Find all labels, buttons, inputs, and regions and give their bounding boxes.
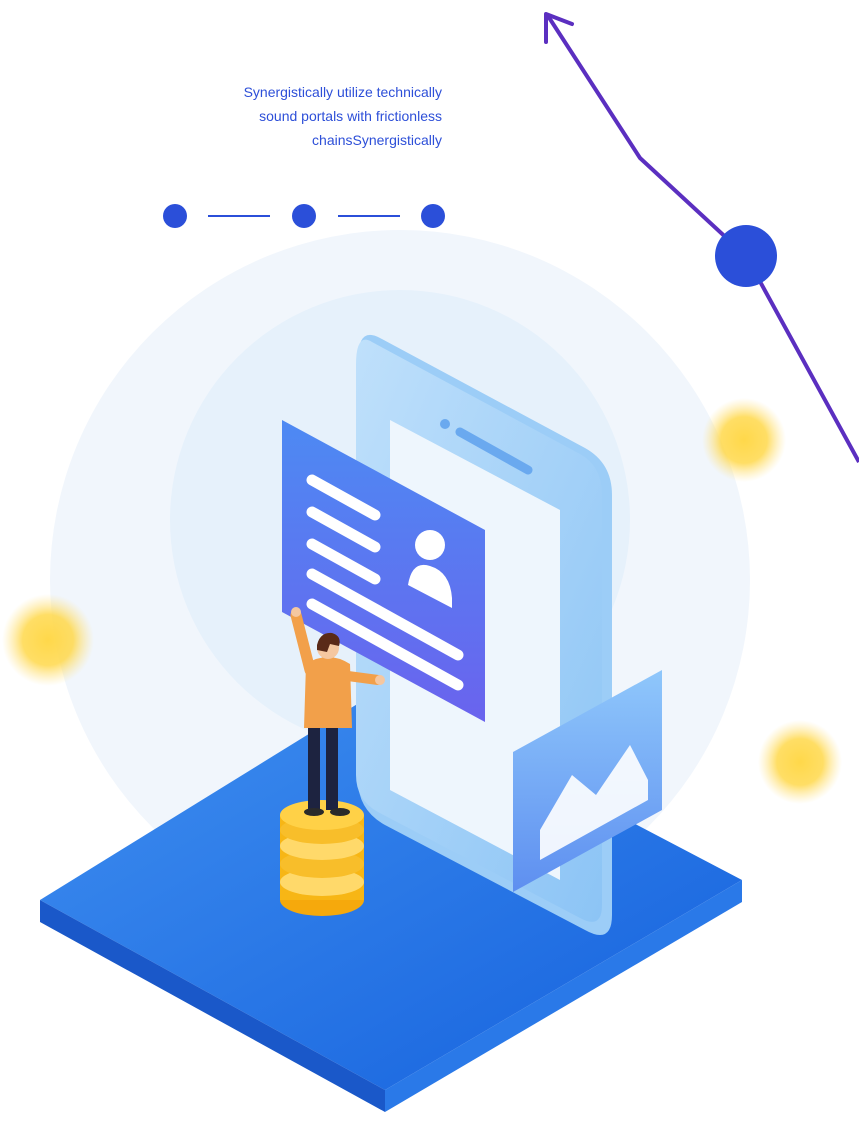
step-indicator xyxy=(163,204,445,228)
step-dot-1-icon xyxy=(163,204,187,228)
arrow-node-dot xyxy=(715,225,777,287)
coin-stack-icon xyxy=(280,800,364,916)
glow-coin-right-icon xyxy=(702,398,786,482)
step-dot-3-icon xyxy=(421,204,445,228)
step-dot-2-icon xyxy=(292,204,316,228)
glow-coin-left-icon xyxy=(2,594,94,686)
hero-illustration xyxy=(2,12,859,1112)
glow-coin-bottom-icon xyxy=(758,720,842,804)
